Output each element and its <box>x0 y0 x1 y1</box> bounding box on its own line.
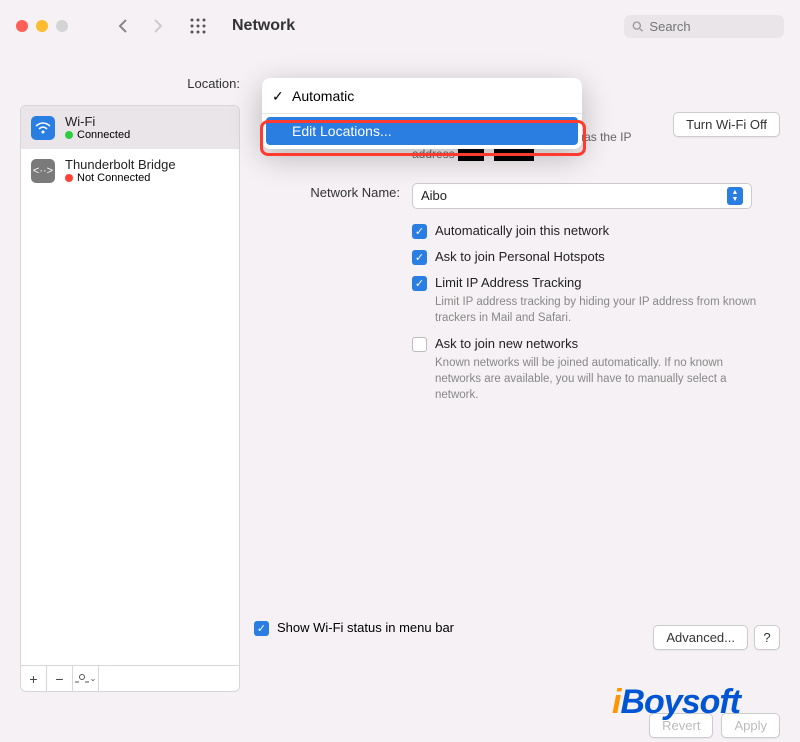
thunderbolt-icon: <··> <box>31 159 55 183</box>
location-option-automatic[interactable]: Automatic <box>262 82 582 110</box>
remove-network-button[interactable]: − <box>47 666 73 692</box>
show-all-button[interactable] <box>184 18 212 34</box>
status-dot-connected <box>65 131 73 139</box>
redacted-ip <box>458 149 484 161</box>
watermark: iBoysoft <box>612 683 740 722</box>
dropdown-separator <box>262 113 582 114</box>
show-status-label: Show Wi-Fi status in menu bar <box>277 620 454 635</box>
network-name-select[interactable]: Aibo ▲▼ <box>412 183 752 209</box>
network-status: Connected <box>77 129 130 141</box>
window-zoom <box>56 20 68 32</box>
redacted-ip <box>494 149 534 161</box>
network-status: Not Connected <box>77 172 150 184</box>
forward-button[interactable] <box>144 14 172 38</box>
status-dot-disconnected <box>65 174 73 182</box>
show-status-checkbox[interactable]: ✓ <box>254 621 269 636</box>
network-actions-button[interactable]: ⌄ <box>73 666 99 692</box>
network-list: Wi-Fi Connected <··> Thunderbolt Bridge … <box>20 105 240 666</box>
wifi-icon <box>31 116 55 140</box>
ask-new-description: Known networks will be joined automatica… <box>435 355 765 403</box>
location-option-edit[interactable]: Edit Locations... <box>266 117 578 145</box>
network-name: Wi-Fi <box>65 114 130 129</box>
auto-join-label: Automatically join this network <box>435 223 609 238</box>
turn-wifi-off-button[interactable]: Turn Wi-Fi Off <box>673 112 780 137</box>
location-dropdown: Automatic Edit Locations... <box>262 78 582 149</box>
limit-ip-label: Limit IP Address Tracking <box>435 275 765 290</box>
network-name-label: Network Name: <box>254 183 412 209</box>
window-title: Network <box>232 17 295 35</box>
auto-join-checkbox[interactable]: ✓ <box>412 224 427 239</box>
network-item-wifi[interactable]: Wi-Fi Connected <box>21 106 239 149</box>
ask-hotspot-label: Ask to join Personal Hotspots <box>435 249 605 264</box>
location-label: Location: <box>20 52 240 105</box>
network-name-value: Aibo <box>421 188 447 203</box>
ask-new-label: Ask to join new networks <box>435 336 765 351</box>
ask-new-checkbox[interactable] <box>412 337 427 352</box>
search-input[interactable] <box>649 19 776 34</box>
search-field[interactable] <box>624 15 784 38</box>
add-network-button[interactable]: + <box>21 666 47 692</box>
limit-ip-description: Limit IP address tracking by hiding your… <box>435 294 765 326</box>
window-close[interactable] <box>16 20 28 32</box>
limit-ip-checkbox[interactable]: ✓ <box>412 276 427 291</box>
window-minimize[interactable] <box>36 20 48 32</box>
ask-hotspot-checkbox[interactable]: ✓ <box>412 250 427 265</box>
select-arrows-icon: ▲▼ <box>727 187 743 205</box>
network-item-thunderbolt[interactable]: <··> Thunderbolt Bridge Not Connected <box>21 149 239 192</box>
back-button[interactable] <box>108 14 136 38</box>
search-icon <box>632 20 643 33</box>
network-name: Thunderbolt Bridge <box>65 157 176 172</box>
advanced-button[interactable]: Advanced... <box>653 625 748 650</box>
help-button[interactable]: ? <box>754 625 780 650</box>
